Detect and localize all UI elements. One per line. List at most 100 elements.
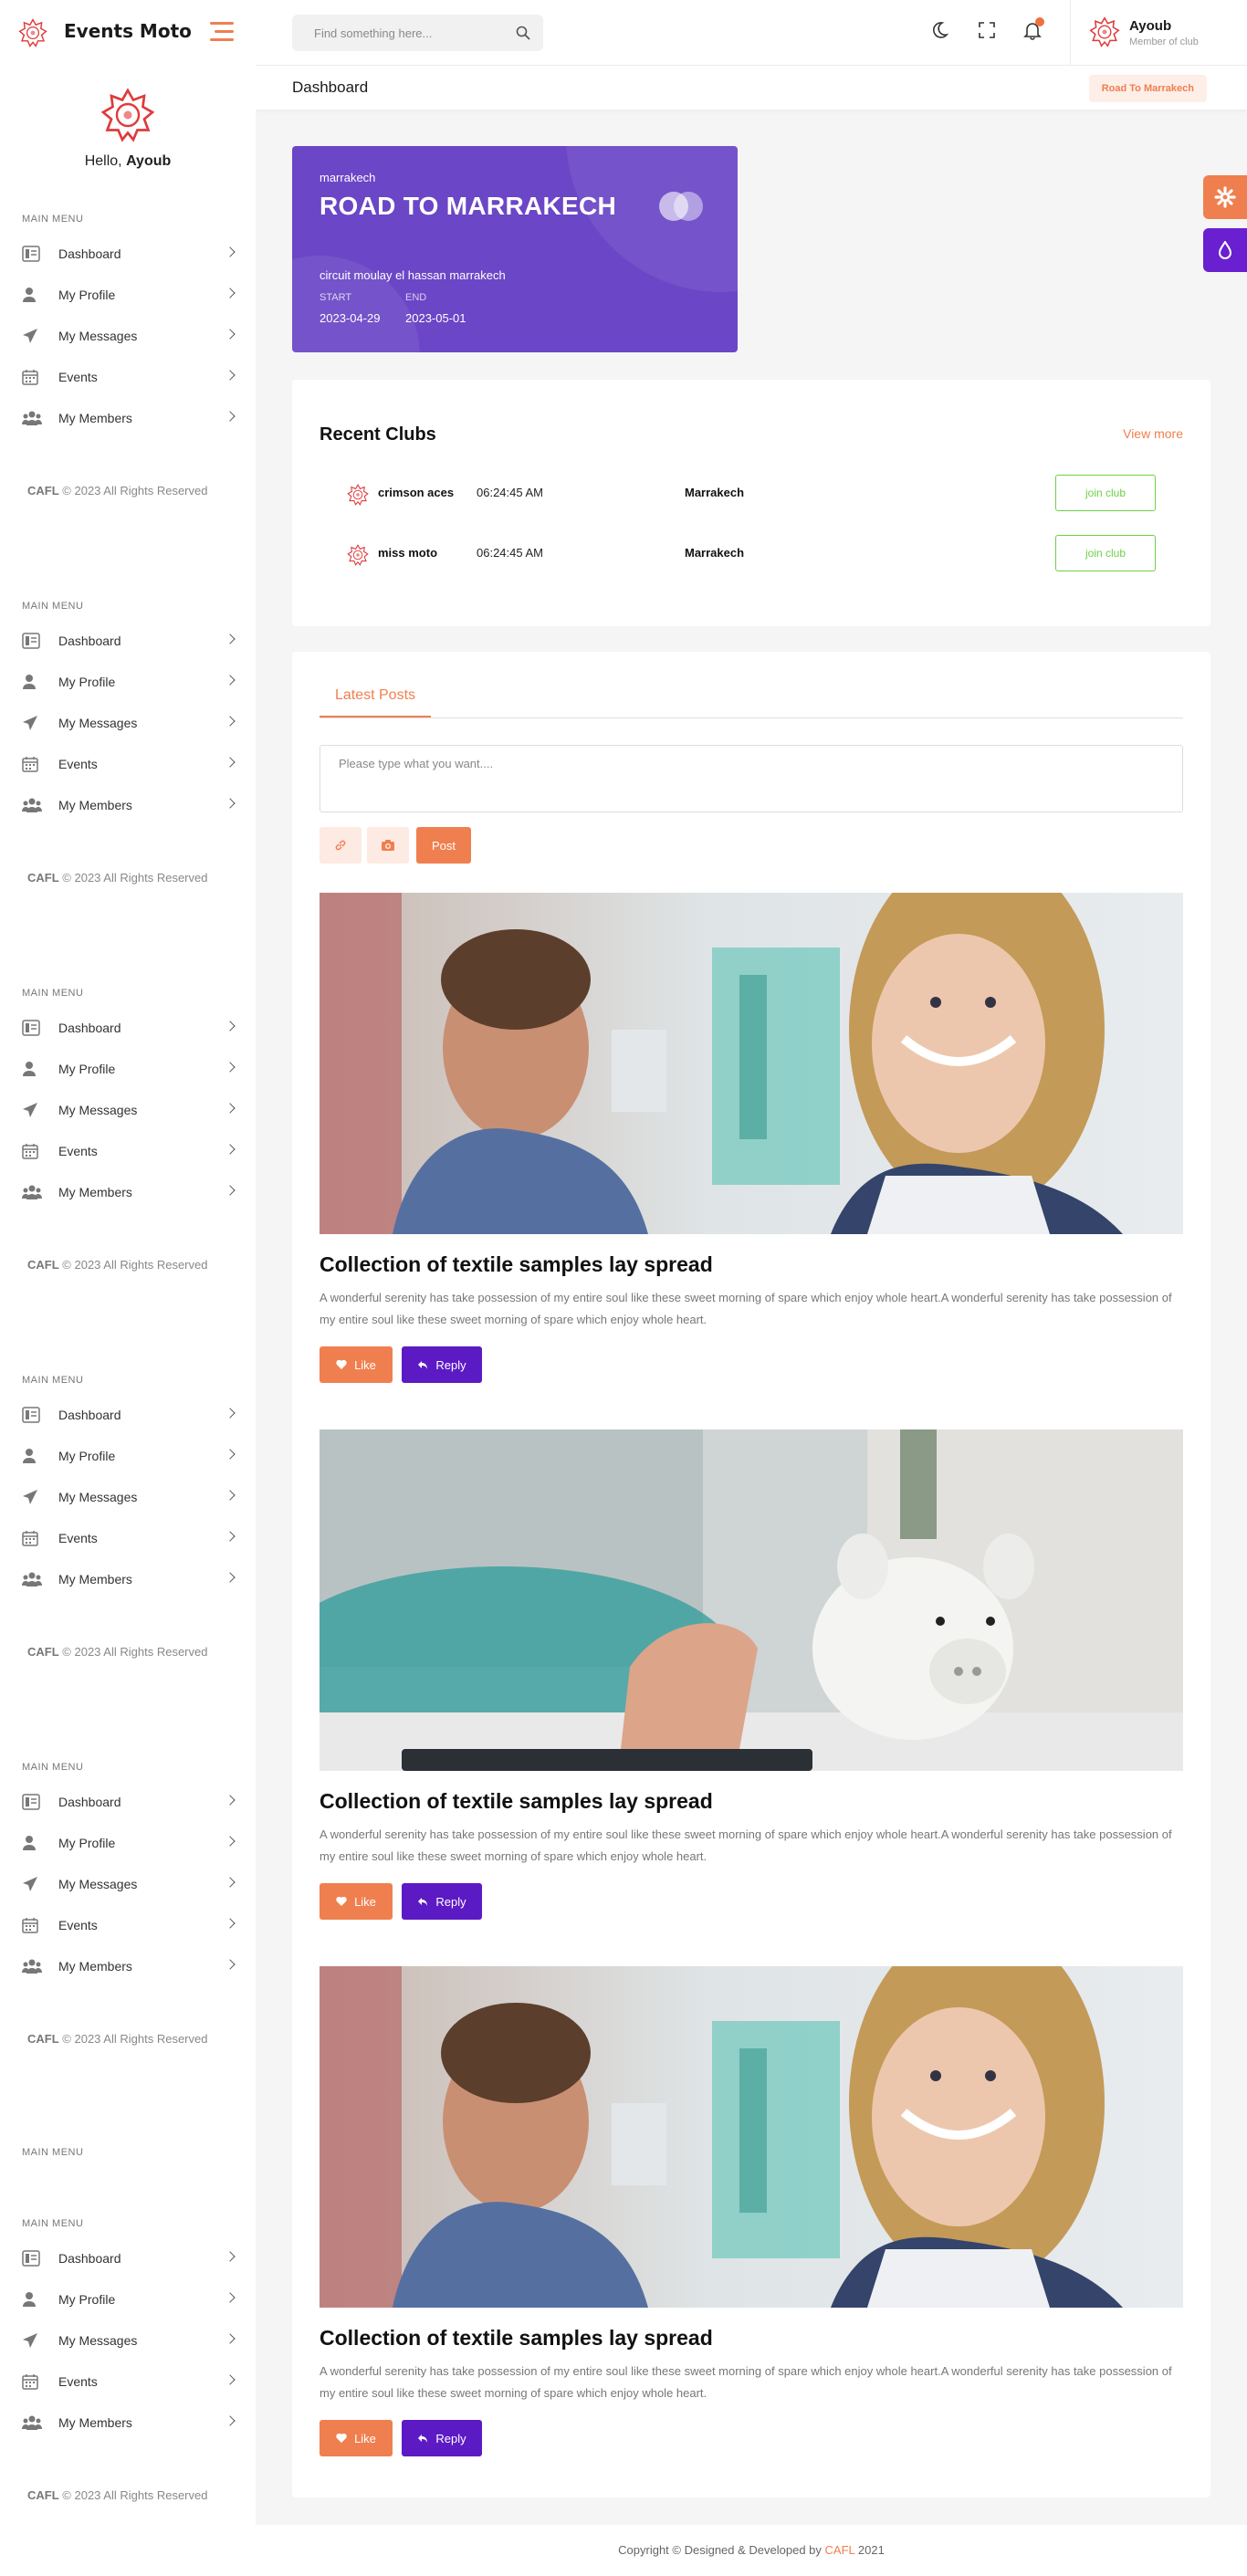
- notifications-bell-icon[interactable]: [1022, 17, 1044, 40]
- sidebar-item-my-profile[interactable]: My Profile: [22, 2290, 237, 2309]
- sidebar-item-label: Events: [58, 1918, 98, 1932]
- post-button[interactable]: Post: [416, 827, 471, 864]
- club-name[interactable]: miss moto: [378, 546, 437, 560]
- post-image[interactable]: [320, 1966, 1183, 2308]
- search-input[interactable]: [292, 15, 493, 51]
- chevron-right-icon: [225, 2292, 236, 2303]
- post-title[interactable]: Collection of textile samples lay spread: [320, 1252, 713, 1277]
- reply-button[interactable]: Reply: [402, 1346, 482, 1383]
- chevron-right-icon: [225, 798, 236, 809]
- end-date: 2023-05-01: [405, 311, 466, 325]
- reply-arrow-icon: [417, 1897, 428, 1907]
- settings-gear-button[interactable]: [1203, 175, 1247, 219]
- sidebar-item-events[interactable]: Events: [22, 755, 237, 773]
- sidebar-item-label: My Members: [58, 798, 132, 812]
- sidebar-item-events[interactable]: Events: [22, 1916, 237, 1934]
- user-icon: [22, 674, 42, 690]
- sidebar-item-label: My Profile: [58, 288, 116, 302]
- users-icon: [22, 1958, 42, 1974]
- reply-button[interactable]: Reply: [402, 1883, 482, 1920]
- avatar: [1089, 16, 1120, 47]
- breadcrumb[interactable]: Road To Marrakech: [1088, 75, 1207, 102]
- footer-brand-link[interactable]: CAFL: [825, 2543, 855, 2557]
- sidebar-item-my-members[interactable]: My Members: [22, 2414, 237, 2432]
- like-button[interactable]: Like: [320, 1883, 393, 1920]
- sidebar-item-my-messages[interactable]: My Messages: [22, 2331, 237, 2350]
- sidebar-item-my-profile[interactable]: My Profile: [22, 1834, 237, 1852]
- sidebar-item-label: My Messages: [58, 2333, 138, 2348]
- post-image[interactable]: [320, 1429, 1183, 1771]
- sidebar-item-events[interactable]: Events: [22, 368, 237, 386]
- tab-latest-posts[interactable]: Latest Posts: [320, 685, 431, 717]
- hamburger-menu-icon[interactable]: [210, 22, 234, 47]
- fullscreen-icon[interactable]: [977, 20, 997, 40]
- sidebar-item-my-messages[interactable]: My Messages: [22, 1488, 237, 1506]
- sidebar-item-dashboard[interactable]: Dashboard: [22, 245, 237, 263]
- event-card[interactable]: marrakech ROAD TO MARRAKECH circuit moul…: [292, 146, 738, 352]
- sidebar-item-dashboard[interactable]: Dashboard: [22, 632, 237, 650]
- sidebar-item-label: My Profile: [58, 1836, 116, 1850]
- sidebar-item-my-profile[interactable]: My Profile: [22, 286, 237, 304]
- join-club-button[interactable]: join club: [1055, 475, 1156, 511]
- menu-title: MAIN MENU: [22, 2218, 84, 2229]
- sidebar-item-events[interactable]: Events: [22, 1529, 237, 1547]
- sidebar-item-my-messages[interactable]: My Messages: [22, 1101, 237, 1119]
- sidebar-item-my-members[interactable]: My Members: [22, 1570, 237, 1588]
- sidebar-item-my-profile[interactable]: My Profile: [22, 673, 237, 691]
- post-title[interactable]: Collection of textile samples lay spread: [320, 1789, 713, 1814]
- like-button[interactable]: Like: [320, 2420, 393, 2456]
- club-emblem-icon[interactable]: [18, 18, 47, 47]
- like-button[interactable]: Like: [320, 1346, 393, 1383]
- post-image[interactable]: [320, 893, 1183, 1234]
- attach-link-button[interactable]: [320, 827, 362, 864]
- gear-icon: [1214, 186, 1236, 208]
- sidebar-item-my-messages[interactable]: My Messages: [22, 714, 237, 732]
- sidebar-item-dashboard[interactable]: Dashboard: [22, 1406, 237, 1424]
- latest-posts-panel: Latest Posts Post Collection of textile …: [292, 652, 1210, 2497]
- sidebar-item-events[interactable]: Events: [22, 2372, 237, 2391]
- dark-mode-moon-icon[interactable]: [929, 20, 949, 40]
- paper-plane-icon: [22, 1102, 42, 1118]
- paper-plane-icon: [22, 2332, 42, 2349]
- attach-photo-button[interactable]: [367, 827, 409, 864]
- top-bar: Ayoub Member of club: [256, 0, 1247, 66]
- theme-color-button[interactable]: [1203, 228, 1247, 272]
- calendar-icon: [22, 1530, 42, 1546]
- brand-name[interactable]: Events Moto: [64, 20, 192, 42]
- sidebar-item-dashboard[interactable]: Dashboard: [22, 1019, 237, 1037]
- sidebar-item-my-messages[interactable]: My Messages: [22, 327, 237, 345]
- sidebar-item-label: My Members: [58, 2415, 132, 2430]
- menu-title: MAIN MENU: [22, 214, 84, 225]
- sidebar-item-my-members[interactable]: My Members: [22, 1957, 237, 1975]
- view-more-link[interactable]: View more: [1123, 426, 1183, 441]
- club-name[interactable]: crimson aces: [378, 486, 454, 499]
- user-profile[interactable]: Ayoub Member of club: [1070, 0, 1199, 66]
- sidebar-item-label: My Members: [58, 1959, 132, 1974]
- droplet-icon: [1218, 241, 1232, 259]
- sidebar-item-my-members[interactable]: My Members: [22, 796, 237, 814]
- dashboard-icon: [22, 1407, 42, 1423]
- search-icon[interactable]: [516, 26, 530, 40]
- join-club-button[interactable]: join club: [1055, 535, 1156, 571]
- reply-button[interactable]: Reply: [402, 2420, 482, 2456]
- menu-title: MAIN MENU: [22, 601, 84, 612]
- sidebar-item-dashboard[interactable]: Dashboard: [22, 1793, 237, 1811]
- sidebar-item-my-profile[interactable]: My Profile: [22, 1060, 237, 1078]
- sidebar-item-my-members[interactable]: My Members: [22, 1183, 237, 1201]
- end-label: END: [405, 292, 427, 303]
- post-composer-input[interactable]: [320, 745, 1183, 812]
- sidebar-item-label: Dashboard: [58, 1795, 121, 1809]
- sidebar-item-label: My Messages: [58, 1490, 138, 1504]
- sidebar-item-label: My Messages: [58, 1103, 138, 1117]
- sidebar-item-my-messages[interactable]: My Messages: [22, 1875, 237, 1893]
- sidebar-item-events[interactable]: Events: [22, 1142, 237, 1160]
- sidebar-item-dashboard[interactable]: Dashboard: [22, 2249, 237, 2267]
- chevron-right-icon: [225, 411, 236, 422]
- chevron-right-icon: [225, 1490, 236, 1501]
- post-title[interactable]: Collection of textile samples lay spread: [320, 2326, 713, 2351]
- sidebar-item-my-members[interactable]: My Members: [22, 409, 237, 427]
- sidebar-item-my-profile[interactable]: My Profile: [22, 1447, 237, 1465]
- greeting-name: Ayoub: [126, 153, 172, 169]
- club-time: 06:24:45 AM: [477, 486, 543, 499]
- user-icon: [22, 287, 42, 303]
